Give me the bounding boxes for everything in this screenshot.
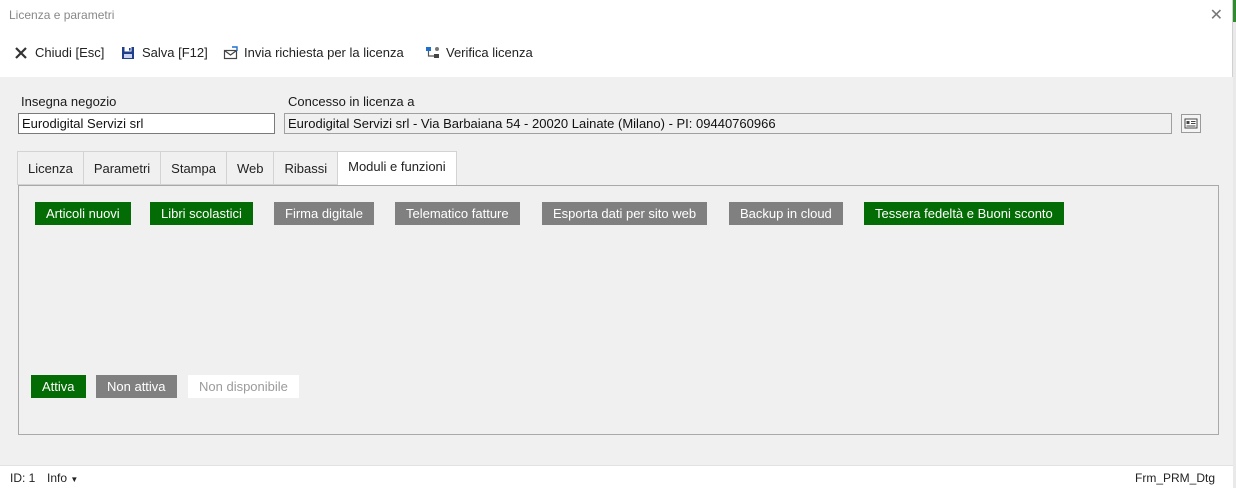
save-button-label: Salva [F12] — [142, 45, 208, 60]
tab-parametri[interactable]: Parametri — [82, 151, 161, 185]
close-icon — [14, 46, 30, 60]
tab-web[interactable]: Web — [225, 151, 274, 185]
module-backup-in-cloud[interactable]: Backup in cloud — [729, 202, 843, 225]
module-articoli-nuovi[interactable]: Articoli nuovi — [35, 202, 131, 225]
module-firma-digitale[interactable]: Firma digitale — [274, 202, 375, 225]
module-tessera-fedelta[interactable]: Tessera fedeltà e Buoni sconto — [864, 202, 1064, 225]
floppy-disk-icon — [121, 46, 137, 60]
toolbar: Chiudi [Esc] Salva [F12] Invia richiesta… — [0, 36, 1233, 72]
info-menu-label: Info — [47, 471, 68, 485]
window-title: Licenza e parametri — [9, 8, 115, 22]
licensed-to-field[interactable] — [284, 113, 1172, 134]
shop-sign-input[interactable] — [18, 113, 275, 134]
close-button[interactable]: Chiudi [Esc] — [14, 45, 104, 60]
license-window: Licenza e parametri ✕ Chiudi [Esc] Salva… — [0, 0, 1233, 488]
verify-network-icon — [425, 46, 441, 60]
form-name: Frm_PRM_Dtg — [1135, 471, 1216, 485]
legend-inactive: Non attiva — [96, 375, 177, 398]
status-bar: ID: 1 Info ▼ Frm_PRM_Dtg — [0, 465, 1233, 488]
close-window-icon[interactable]: ✕ — [1210, 5, 1223, 25]
verify-license-button[interactable]: Verifica licenza — [425, 45, 533, 60]
module-esporta-dati-sito-web[interactable]: Esporta dati per sito web — [542, 202, 708, 225]
save-button[interactable]: Salva [F12] — [121, 45, 208, 60]
tab-licenza[interactable]: Licenza — [17, 151, 83, 185]
info-menu[interactable]: Info ▼ — [47, 471, 78, 485]
modules-panel: Articoli nuovi Libri scolastici Firma di… — [18, 185, 1219, 435]
tab-stampa[interactable]: Stampa — [160, 151, 226, 185]
tab-ribassi[interactable]: Ribassi — [273, 151, 338, 185]
customer-card-button[interactable] — [1181, 114, 1201, 133]
send-license-request-button[interactable]: Invia richiesta per la licenza — [223, 45, 404, 60]
title-bar: Licenza e parametri ✕ — [0, 0, 1233, 30]
tab-strip: Licenza Parametri Stampa Web Ribassi Mod… — [17, 151, 457, 185]
id-card-icon — [1184, 118, 1198, 129]
close-button-label: Chiudi [Esc] — [35, 45, 105, 60]
caret-down-icon: ▼ — [70, 475, 79, 484]
verify-license-label: Verifica licenza — [446, 45, 533, 60]
legend-unavailable: Non disponibile — [188, 375, 299, 398]
legend-active: Attiva — [31, 375, 86, 398]
shop-sign-label: Insegna negozio — [21, 94, 117, 109]
module-libri-scolastici[interactable]: Libri scolastici — [150, 202, 253, 225]
licensed-to-label: Concesso in licenza a — [288, 94, 415, 109]
send-license-request-label: Invia richiesta per la licenza — [244, 45, 404, 60]
module-telematico-fatture[interactable]: Telematico fatture — [395, 202, 520, 225]
status-id: ID: 1 — [10, 471, 36, 485]
tab-moduli-e-funzioni[interactable]: Moduli e funzioni — [337, 151, 457, 185]
send-mail-icon — [223, 45, 239, 60]
